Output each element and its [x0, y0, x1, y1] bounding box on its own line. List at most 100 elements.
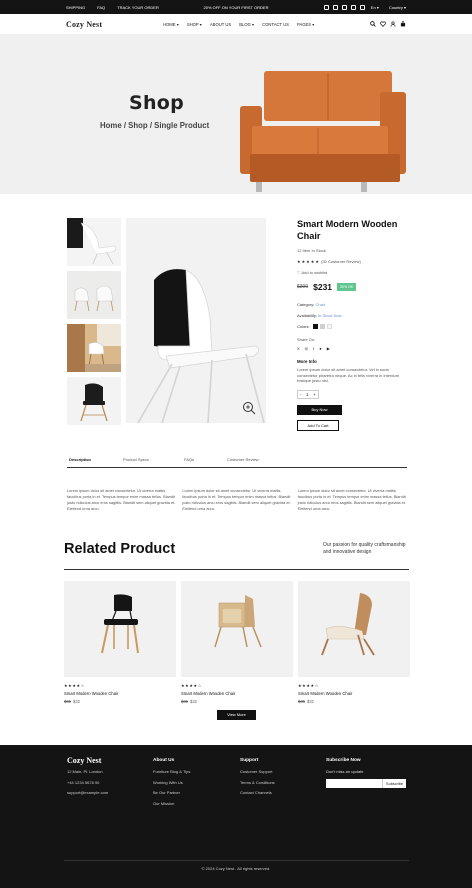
product-thumbnail[interactable] [67, 271, 121, 319]
footer-heading: About Us [153, 758, 175, 763]
description-paragraph: Lorem ipsum dolor sit amet consectetur. … [297, 488, 406, 511]
product-card-name[interactable]: Smart Modern Wooden Chair [64, 691, 176, 696]
nav-pages[interactable]: PAGES ▾ [297, 22, 314, 27]
footer-link[interactable]: Our Mission [153, 801, 190, 806]
decrease-button[interactable]: - [300, 392, 302, 397]
footer-link[interactable]: Customer Support [240, 769, 275, 774]
product-main-image[interactable] [126, 218, 266, 424]
divider [64, 860, 409, 861]
user-icon[interactable] [390, 21, 396, 27]
footer-link[interactable]: Working With Us [153, 780, 190, 785]
footer-link[interactable]: Contact Channels [240, 790, 275, 795]
subscribe-form: Subscribe [326, 779, 406, 788]
view-more-button[interactable]: View More [217, 710, 256, 720]
product-thumbnail[interactable] [67, 324, 121, 372]
track-order-link[interactable]: TRACK YOUR ORDER [117, 5, 159, 10]
product-card-image[interactable] [298, 581, 410, 677]
shipping-link[interactable]: SHIPPING [66, 5, 85, 10]
product-card[interactable]: ★★★★☆ Smart Modern Wooden Chair $35 $32 [64, 581, 176, 704]
tab-product-specs[interactable]: Product Specs [123, 457, 149, 462]
related-note: Our passion for quality craftsmanship an… [323, 542, 406, 555]
nav-contact[interactable]: CONTACT US [262, 22, 289, 27]
breadcrumb: Home / Shop / Single Product [100, 121, 210, 130]
color-swatch-white[interactable] [326, 324, 332, 330]
rating-stars: ★★★★☆ [181, 683, 202, 688]
product-card[interactable]: ★★★★☆ Smart Modern Wooden Chair $35 $32 [181, 581, 293, 704]
country-select[interactable]: Country ▾ [389, 5, 406, 10]
quantity-stepper[interactable]: - 1 + [297, 389, 319, 399]
stock-text: 12 Item In Stock [297, 248, 326, 253]
increase-button[interactable]: + [313, 392, 316, 397]
product-card-name[interactable]: Smart Modern Wooden Chair [181, 691, 293, 696]
product-card-image[interactable] [181, 581, 293, 677]
product-thumbnails [67, 218, 121, 430]
faq-link[interactable]: FAQ [97, 5, 105, 10]
heart-icon[interactable] [380, 21, 386, 27]
top-links: SHIPPING FAQ TRACK YOUR ORDER [66, 5, 159, 10]
color-swatch-black[interactable] [312, 324, 318, 330]
tab-customer-review[interactable]: Customer Review [227, 457, 259, 462]
facebook-icon[interactable] [341, 4, 347, 10]
review-count: (30 Customer Review) [321, 259, 361, 264]
footer-email[interactable]: support@example.com [67, 790, 108, 795]
zoom-icon[interactable] [242, 401, 256, 420]
nav-menu: HOME ▾ SHOP ▾ ABOUT US BLOG ▾ CONTACT US… [163, 22, 314, 27]
buy-now-button[interactable]: Buy Now [297, 404, 342, 415]
quantity-value: 1 [306, 391, 309, 397]
nav-blog[interactable]: BLOG ▾ [239, 22, 254, 27]
footer: Cozy Nest 12 Main, Pl. London +44 1234 5… [0, 745, 472, 888]
wishlist-label: Add to wishlist [301, 270, 328, 275]
rating-stars: ★★★★★ [297, 259, 320, 264]
youtube-icon[interactable]: ▶ [327, 346, 330, 351]
footer-link[interactable]: Terms & Conditions [240, 780, 275, 785]
description-paragraph: Lorem ipsum dolor sit amet consectetur. … [182, 488, 291, 511]
pinterest-icon[interactable]: ● [319, 346, 321, 351]
divider [64, 569, 409, 570]
sofa-image [240, 71, 406, 192]
product-card-name[interactable]: Smart Modern Wooden Chair [298, 691, 410, 696]
rating-stars: ★★★★☆ [298, 683, 319, 688]
pinterest-icon[interactable] [359, 4, 365, 10]
tab-faqs[interactable]: FAQs [184, 457, 194, 462]
nav-label: PAGES [296, 22, 312, 27]
price-row: $300 $231 30% Off [297, 282, 409, 292]
email-field[interactable] [326, 779, 382, 788]
footer-logo[interactable]: Cozy Nest [67, 757, 108, 765]
nav-shop[interactable]: SHOP ▾ [187, 22, 202, 27]
cart-icon[interactable] [400, 21, 406, 27]
category-value[interactable]: Chair [315, 302, 325, 307]
instagram-icon[interactable]: ◎ [305, 346, 309, 351]
product-card[interactable]: ★★★★☆ Smart Modern Wooden Chair $35 $32 [298, 581, 410, 704]
nav-about[interactable]: ABOUT US [210, 22, 231, 27]
footer-phone[interactable]: +44 1234 5678 90 [67, 780, 108, 785]
add-to-cart-button[interactable]: Add To Cart [297, 419, 339, 431]
subscribe-button[interactable]: Subscribe [382, 779, 406, 788]
facebook-icon[interactable]: f [313, 346, 314, 351]
color-swatches [312, 324, 332, 330]
product-thumbnail[interactable] [67, 377, 121, 425]
top-bar: SHIPPING FAQ TRACK YOUR ORDER 20% OFF ON… [0, 0, 472, 14]
tab-description[interactable]: Description [69, 457, 91, 462]
product-card-price: $35 $32 [298, 699, 410, 704]
instagram-icon[interactable] [332, 4, 338, 10]
more-info-text: Lorem ipsum dolor sit amet consectetur. … [297, 367, 400, 384]
language-select[interactable]: En ▾ [371, 5, 379, 10]
copyright: © 2024 Cozy Nest . All rights reserved. [201, 866, 271, 871]
logo[interactable]: Cozy Nest [66, 20, 102, 29]
discount-badge: 30% Off [337, 283, 356, 291]
current-price: $32 [190, 699, 197, 704]
youtube-icon[interactable] [350, 4, 356, 10]
search-icon[interactable] [370, 21, 376, 27]
footer-link[interactable]: Be Our Partner [153, 790, 190, 795]
nav-home[interactable]: HOME ▾ [163, 22, 179, 27]
wishlist-link[interactable]: ♡ Add to wishlist [297, 270, 409, 275]
twitter-icon[interactable]: X [297, 346, 300, 351]
product-card-image[interactable] [64, 581, 176, 677]
current-price: $32 [307, 699, 314, 704]
nav-label: BLOG [239, 22, 251, 27]
twitter-icon[interactable] [323, 4, 329, 10]
description-paragraph: Lorem ipsum dolor sit amet consectetur. … [67, 488, 176, 511]
product-thumbnail[interactable] [67, 218, 121, 266]
color-swatch-grey[interactable] [319, 324, 325, 330]
footer-link[interactable]: Furniture Blog & Tips [153, 769, 190, 774]
